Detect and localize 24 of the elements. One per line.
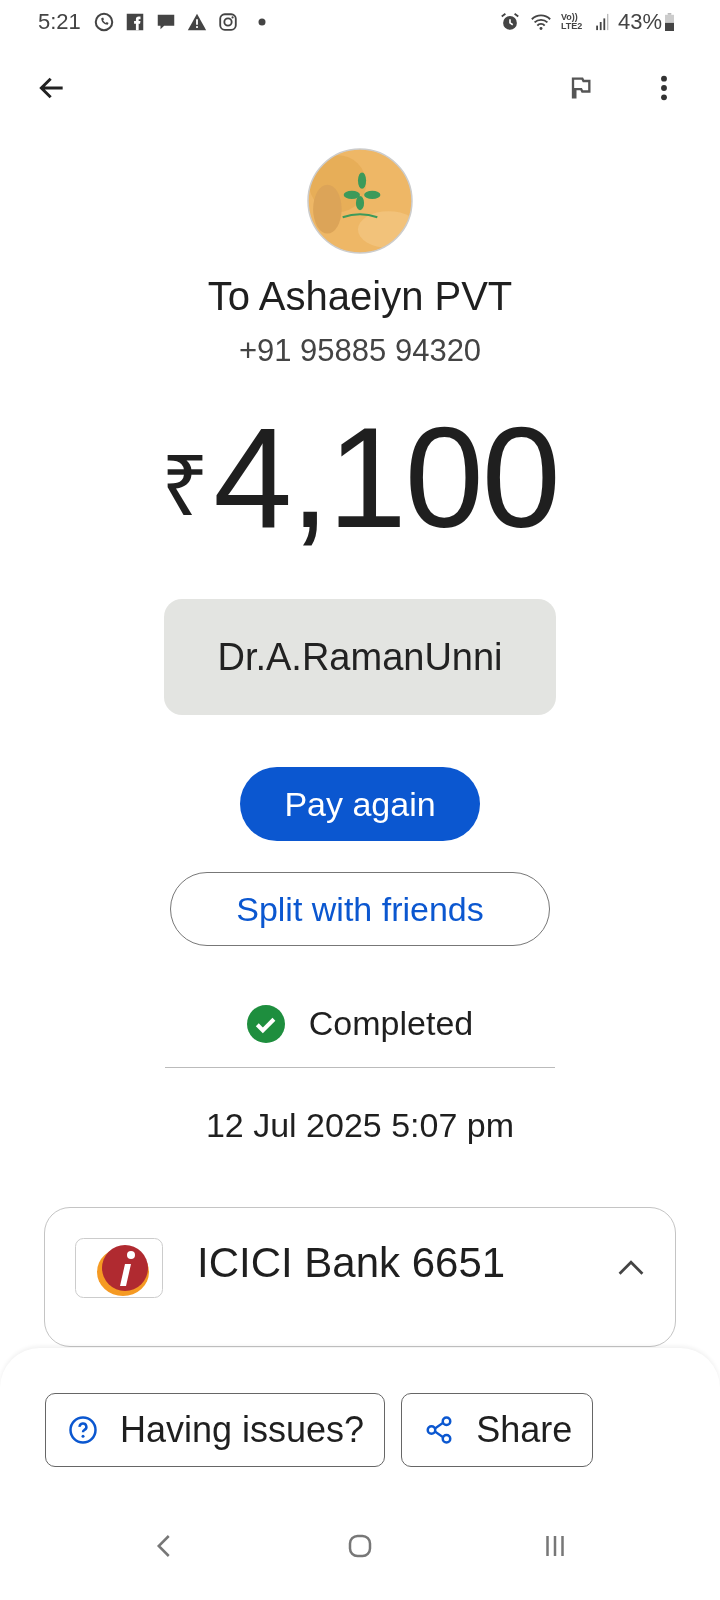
- collapse-caret-icon[interactable]: [617, 1260, 645, 1276]
- payment-datetime: 12 Jul 2025 5:07 pm: [205, 1106, 515, 1145]
- payment-status: Completed: [308, 1004, 474, 1043]
- currency-symbol: ₹: [161, 438, 210, 535]
- help-icon: [68, 1415, 98, 1445]
- share-button[interactable]: Share: [401, 1393, 594, 1467]
- instagram-icon: [216, 11, 239, 33]
- signal-icon: [595, 13, 609, 31]
- recipient-phone: +91 95885 94320: [238, 333, 482, 369]
- amount-value: 4,100: [213, 403, 559, 553]
- network-type: Vo)) LTE2: [560, 13, 584, 31]
- split-button[interactable]: Split with friends: [170, 872, 550, 946]
- bank-logo-icon: [75, 1238, 163, 1298]
- status-time: 5:21: [38, 9, 81, 35]
- more-notifications-icon: [257, 18, 266, 26]
- recipient-name: To Ashaeiyn PVT: [207, 274, 513, 319]
- whatsapp-icon: [92, 11, 115, 33]
- bank-account-name: ICICI Bank 6651: [197, 1238, 507, 1288]
- payment-note: Dr.A.RamanUnni: [164, 599, 556, 715]
- battery-icon: [665, 13, 674, 31]
- account-card[interactable]: ICICI Bank 6651: [44, 1207, 676, 1347]
- pay-again-button[interactable]: Pay again: [240, 767, 480, 841]
- having-issues-button[interactable]: Having issues?: [45, 1393, 386, 1467]
- battery-percentage: 43%: [617, 9, 662, 35]
